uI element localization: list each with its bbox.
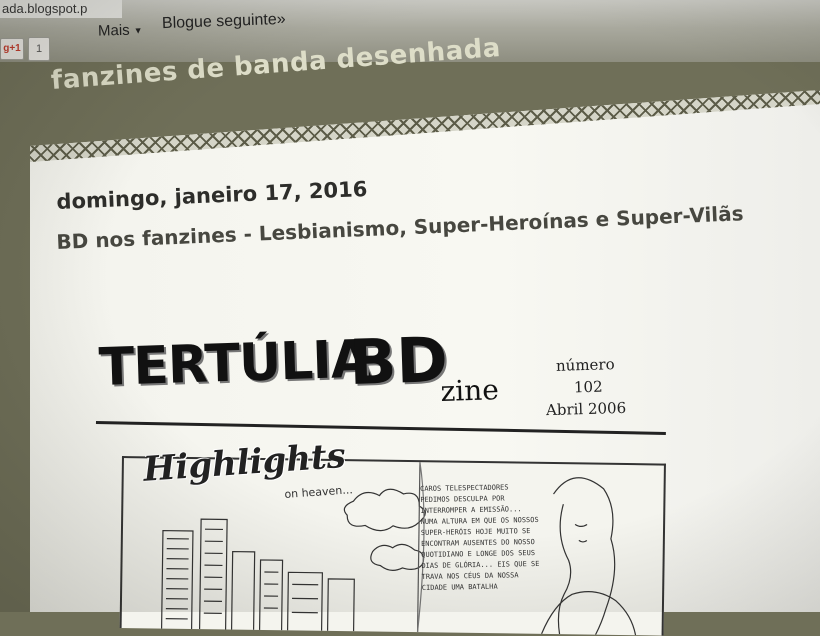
gplus-button[interactable]: g+1: [0, 38, 24, 60]
gplus-count-badge: 1: [28, 37, 50, 61]
url-fragment[interactable]: ada.blogspot.p: [0, 0, 122, 18]
caret-down-icon: ▼: [133, 25, 143, 36]
more-menu-label: Mais: [97, 21, 130, 40]
content-panel: [30, 90, 820, 612]
more-menu-button[interactable]: Mais ▼: [97, 21, 143, 40]
